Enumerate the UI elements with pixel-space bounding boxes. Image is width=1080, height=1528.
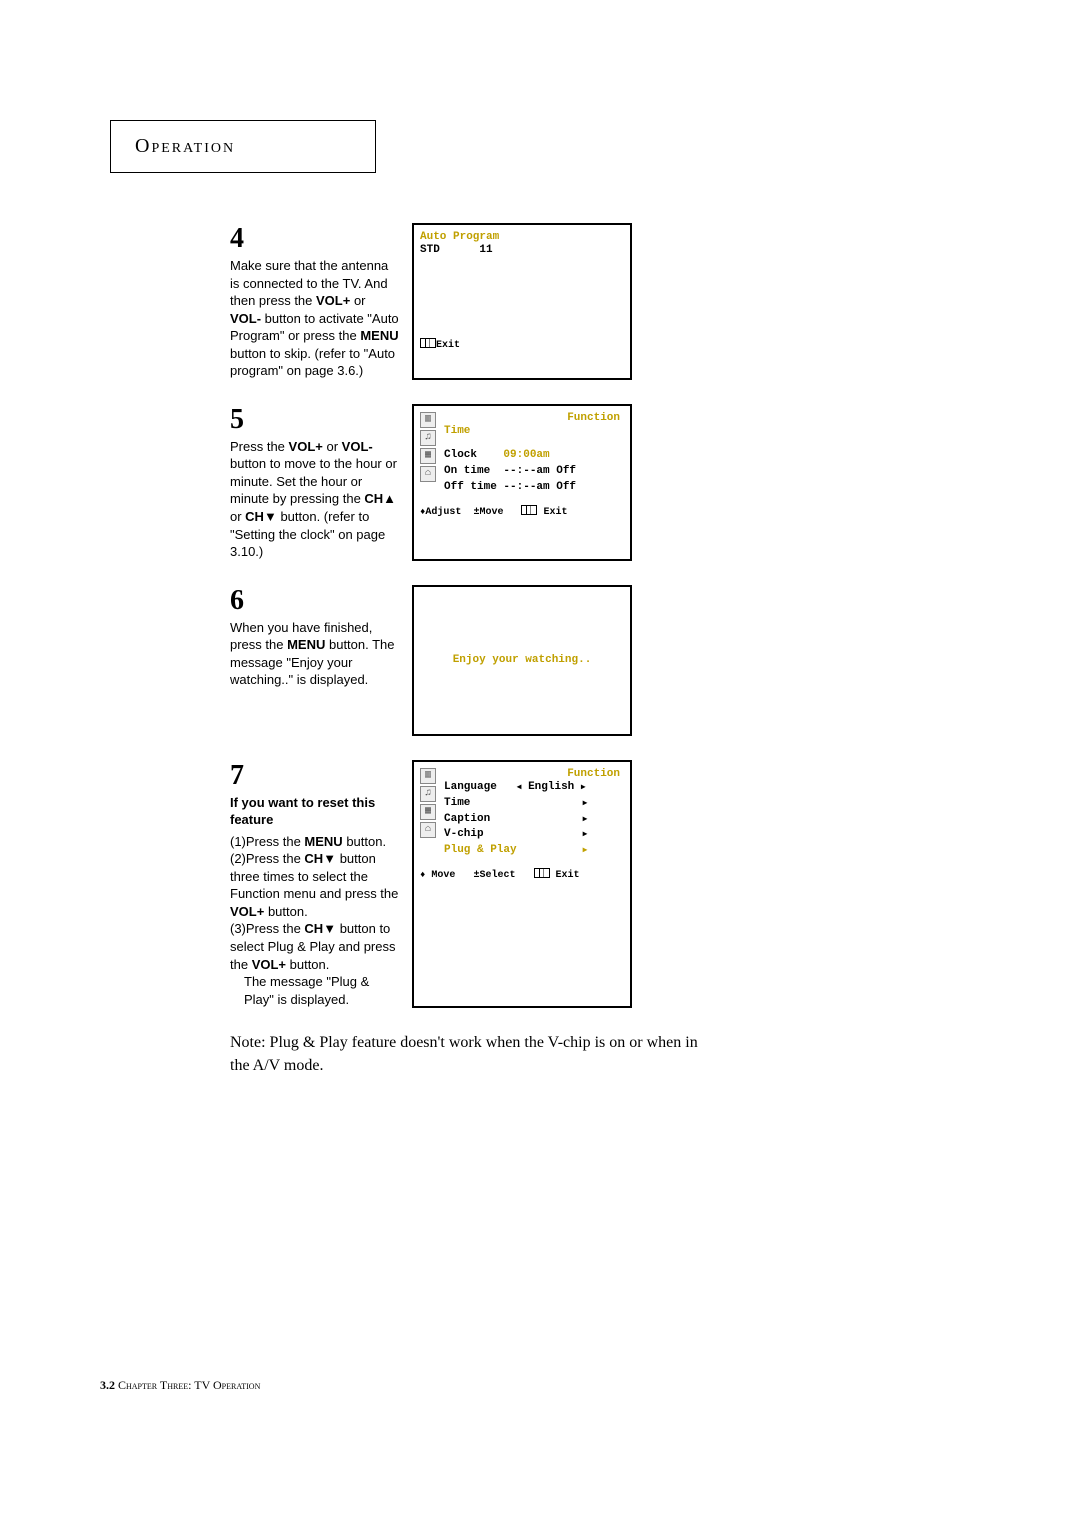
- osd-heading: Function: [444, 768, 624, 780]
- osd-function-time: ▥ ♫ ▦ ⌂ Function Time Clock 09:00am On t…: [412, 404, 632, 561]
- step-text: If you want to reset this feature (1)Pre…: [230, 794, 400, 1009]
- channel-icon: ▦: [420, 804, 436, 820]
- osd-item-plug-play: Plug & Play: [444, 843, 624, 859]
- osd-footer: Adjust Move Exit: [420, 504, 624, 518]
- step-text: When you have finished, press the MENU b…: [230, 619, 400, 689]
- step-6: 6 When you have finished, press the MENU…: [230, 585, 720, 736]
- osd-message: Enjoy your watching..: [453, 654, 592, 666]
- picture-icon: ▥: [420, 412, 436, 428]
- osd-enjoy: Enjoy your watching..: [412, 585, 632, 736]
- osd-item-language: Language English: [444, 780, 624, 796]
- step-4: 4 Make sure that the antenna is connecte…: [230, 223, 720, 380]
- osd-item-ontime: On time --:--am Off: [444, 464, 624, 480]
- osd-item-time: Time: [444, 424, 624, 440]
- osd-sidebar: ▥ ♫ ▦ ⌂: [420, 768, 438, 860]
- step-text: Make sure that the antenna is connected …: [230, 257, 400, 380]
- osd-item-time: Time: [444, 796, 624, 812]
- function-icon: ⌂: [420, 822, 436, 838]
- step-number: 4: [230, 223, 400, 255]
- osd-footer: Move Select Exit: [420, 867, 624, 881]
- osd-item-offtime: Off time --:--am Off: [444, 480, 624, 496]
- picture-icon: ▥: [420, 768, 436, 784]
- step-text: Press the VOL+ or VOL- button to move to…: [230, 438, 400, 561]
- osd-sidebar: ▥ ♫ ▦ ⌂: [420, 412, 438, 496]
- osd-heading: Function: [444, 412, 624, 424]
- osd-function-menu: ▥ ♫ ▦ ⌂ Function Language English Time C…: [412, 760, 632, 1009]
- sound-icon: ♫: [420, 786, 436, 802]
- step-number: 6: [230, 585, 400, 617]
- osd-auto-program: Auto Program STD 11 Exit: [412, 223, 632, 380]
- menu-icon: [521, 505, 537, 515]
- osd-item-caption: Caption: [444, 812, 624, 828]
- osd-footer: Exit: [420, 337, 624, 351]
- content: 4 Make sure that the antenna is connecte…: [230, 223, 720, 1077]
- channel-icon: ▦: [420, 448, 436, 464]
- step-7: 7 If you want to reset this feature (1)P…: [230, 760, 720, 1009]
- function-icon: ⌂: [420, 466, 436, 482]
- page: Operation 4 Make sure that the antenna i…: [0, 0, 1080, 1528]
- osd-item-vchip: V-chip: [444, 827, 624, 843]
- osd-item-clock: Clock 09:00am: [444, 448, 624, 464]
- step-number: 7: [230, 760, 400, 792]
- step-number: 5: [230, 404, 400, 436]
- menu-icon: [534, 868, 550, 878]
- step-5: 5 Press the VOL+ or VOL- button to move …: [230, 404, 720, 561]
- menu-icon: [420, 338, 436, 348]
- header-box: Operation: [110, 120, 376, 173]
- osd-title: Auto Program: [420, 231, 624, 243]
- page-footer: 3.2 Chapter Three: TV Operation: [100, 1378, 260, 1393]
- sound-icon: ♫: [420, 430, 436, 446]
- note: Note: Plug & Play feature doesn't work w…: [230, 1032, 720, 1077]
- section-header: Operation: [135, 135, 235, 157]
